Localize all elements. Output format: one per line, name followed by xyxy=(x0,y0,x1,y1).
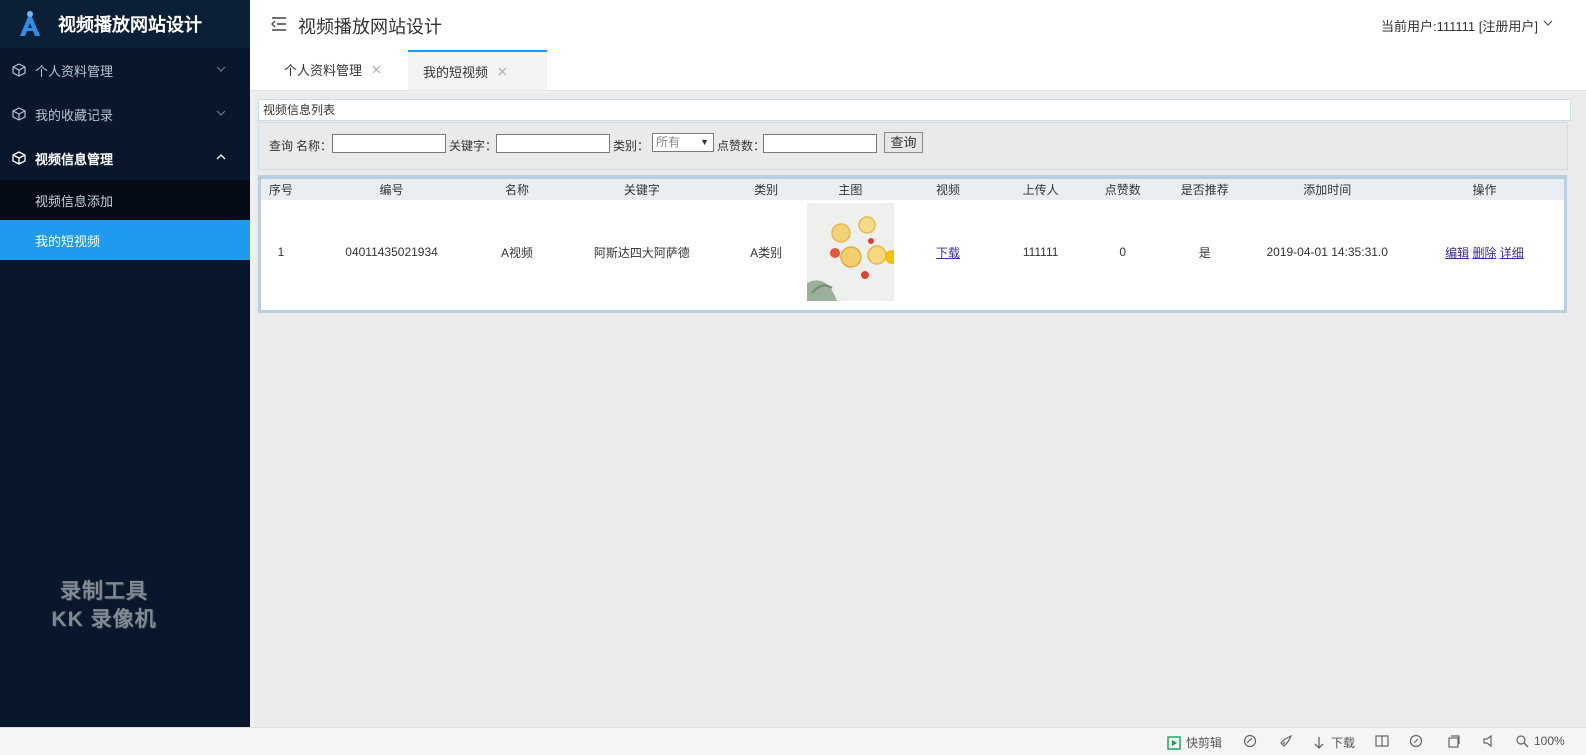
sidebar-item-profile[interactable]: 个人资料管理 xyxy=(0,48,250,92)
sidebar-item-label: 个人资料管理 xyxy=(35,63,114,79)
cell-name: A视频 xyxy=(501,245,534,260)
window-icon[interactable] xyxy=(1447,734,1461,748)
name-input[interactable] xyxy=(332,134,446,153)
tab-bar: 个人资料管理 我的短视频 xyxy=(250,48,1586,91)
cell-recommended: 是 xyxy=(1198,245,1211,260)
video-thumbnail-image[interactable] xyxy=(806,203,894,301)
sidebar-item-label: 我的收藏记录 xyxy=(35,107,114,123)
watermark-line: 录制工具 xyxy=(60,580,148,603)
cell-category: A类别 xyxy=(750,245,783,260)
recorder-watermark: 录制工具 KK 录像机 xyxy=(34,578,174,634)
chevron-down-icon xyxy=(216,110,226,116)
cell-video: 下载 xyxy=(900,200,995,304)
search-bar: 查询 名称： 关键字： 类别： 所有 ▼ 点赞数： 查询 xyxy=(258,122,1568,170)
chevron-down-icon xyxy=(216,66,226,72)
video-table: 序号 编号 名称 关键字 类别 主图 视频 上传人 点赞数 是否推荐 添加时间 … xyxy=(261,179,1564,304)
main-content: 视频信息列表 查询 名称： 关键字： 类别： 所有 ▼ 点赞数： 查询 序号 编… xyxy=(255,93,1586,727)
brand: 视频播放网站设计 xyxy=(0,0,250,48)
column-header: 编号 xyxy=(379,183,404,197)
cube-icon xyxy=(12,107,26,121)
rocket-icon[interactable] xyxy=(1279,734,1293,748)
column-header: 点赞数 xyxy=(1104,183,1141,197)
table-row: 1 04011435021934 A视频 阿斯达四大阿萨德 A类别 下载 111… xyxy=(261,200,1564,304)
cell-thumbnail xyxy=(800,200,900,304)
chevron-up-icon xyxy=(216,154,226,160)
table-header-row: 序号 编号 名称 关键字 类别 主图 视频 上传人 点赞数 是否推荐 添加时间 … xyxy=(261,179,1564,200)
top-header: 视频播放网站设计 当前用户:111111 [注册用户] xyxy=(250,0,1586,48)
logo-icon xyxy=(20,11,40,36)
column-header: 操作 xyxy=(1472,183,1497,197)
cube-icon xyxy=(12,151,26,165)
menu-toggle-icon[interactable] xyxy=(270,15,288,33)
column-header: 序号 xyxy=(268,183,293,197)
reader-icon[interactable] xyxy=(1375,734,1389,748)
current-user[interactable]: 当前用户:111111 [注册用户] xyxy=(1381,16,1538,35)
download-link[interactable]: 下载 xyxy=(936,246,960,260)
column-header: 名称 xyxy=(505,183,530,197)
dropdown-arrow-icon: ▼ xyxy=(700,137,709,147)
download-label: 下载 xyxy=(1331,736,1356,750)
arrow-down-icon xyxy=(1314,736,1324,749)
name-label: 名称： xyxy=(296,139,333,153)
speaker-icon[interactable] xyxy=(1482,734,1496,748)
delete-link[interactable]: 删除 xyxy=(1472,246,1496,260)
cell-likes: 0 xyxy=(1119,245,1127,259)
zoom-control[interactable]: 100% xyxy=(1515,734,1565,748)
sidebar-subitem-my-videos[interactable]: 我的短视频 xyxy=(0,220,250,260)
cell-added-time: 2019-04-01 14:35:31.0 xyxy=(1266,245,1388,259)
play-square-icon xyxy=(1167,735,1181,750)
cell-index: 1 xyxy=(277,245,285,259)
tab-profile[interactable]: 个人资料管理 xyxy=(268,50,414,88)
column-header: 关键字 xyxy=(623,183,660,197)
column-header: 上传人 xyxy=(1022,183,1059,197)
cell-keyword: 阿斯达四大阿萨德 xyxy=(593,245,690,260)
tab-label: 个人资料管理 xyxy=(284,62,363,78)
page-title: 视频播放网站设计 xyxy=(298,17,442,37)
column-header: 类别 xyxy=(754,183,779,197)
compass-icon[interactable] xyxy=(1409,734,1423,748)
keyword-label: 关键字： xyxy=(449,139,498,153)
panel-title: 视频信息列表 xyxy=(258,99,1571,121)
likes-input[interactable] xyxy=(763,134,877,153)
category-label: 类别： xyxy=(613,139,650,153)
cell-code: 04011435021934 xyxy=(345,245,438,259)
sidebar-item-label: 视频信息管理 xyxy=(35,151,114,167)
browser-statusbar: 快剪辑 下载 100% xyxy=(0,727,1586,755)
sidebar-subitem-video-add[interactable]: 视频信息添加 xyxy=(0,180,250,220)
quick-edit-label: 快剪辑 xyxy=(1186,736,1223,750)
sidebar-item-favorites[interactable]: 我的收藏记录 xyxy=(0,92,250,136)
cell-uploader: 111111 xyxy=(1022,245,1059,259)
tab-label: 我的短视频 xyxy=(423,64,489,80)
sidebar-submenu: 视频信息添加 我的短视频 xyxy=(0,180,250,260)
watermark-line: KK 录像机 xyxy=(51,608,157,631)
zoom-icon xyxy=(1516,735,1529,748)
cell-actions: 编辑 删除 详细 xyxy=(1405,200,1564,304)
edit-link[interactable]: 编辑 xyxy=(1445,246,1469,260)
category-value: 所有 xyxy=(656,135,681,149)
tab-my-videos[interactable]: 我的短视频 xyxy=(408,50,547,90)
column-header: 添加时间 xyxy=(1303,183,1352,197)
search-button[interactable]: 查询 xyxy=(884,132,923,153)
chevron-down-icon[interactable] xyxy=(1543,19,1553,27)
sidebar: 视频播放网站设计 个人资料管理 我的收藏记录 视频信息管理 视频信息添加 我的短… xyxy=(0,0,250,727)
brand-title: 视频播放网站设计 xyxy=(58,15,202,35)
column-header: 是否推荐 xyxy=(1180,183,1229,197)
close-icon[interactable] xyxy=(372,65,381,74)
column-header: 视频 xyxy=(936,183,961,197)
quick-edit-button[interactable]: 快剪辑 xyxy=(1167,734,1222,751)
video-table-container: 序号 编号 名称 关键字 类别 主图 视频 上传人 点赞数 是否推荐 添加时间 … xyxy=(258,175,1567,313)
download-button[interactable]: 下载 xyxy=(1312,734,1355,751)
close-icon[interactable] xyxy=(498,67,507,76)
likes-label: 点赞数： xyxy=(717,139,766,153)
zoom-level: 100% xyxy=(1534,734,1565,748)
detail-link[interactable]: 详细 xyxy=(1500,246,1524,260)
sidebar-item-video-management[interactable]: 视频信息管理 xyxy=(0,136,250,180)
cube-icon xyxy=(12,63,26,77)
refresh-icon[interactable] xyxy=(1243,734,1257,748)
category-select[interactable]: 所有 ▼ xyxy=(652,133,714,152)
query-label: 查询 xyxy=(269,139,294,153)
column-header: 主图 xyxy=(838,183,863,197)
keyword-input[interactable] xyxy=(496,134,610,153)
